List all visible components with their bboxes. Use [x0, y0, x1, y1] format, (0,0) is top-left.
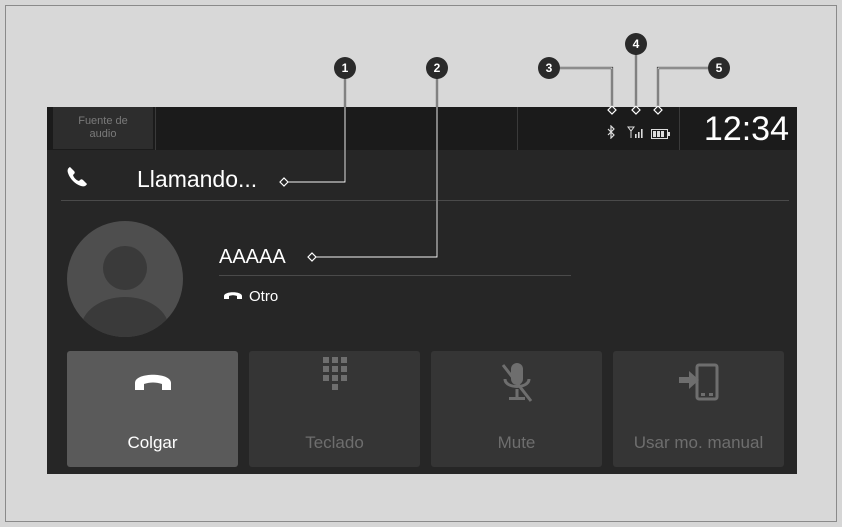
audio-source-tab[interactable]: Fuente de audio — [53, 107, 153, 149]
clock: 12:34 — [703, 110, 789, 148]
hang-up-button[interactable]: Colgar — [67, 351, 238, 467]
keypad-label: Teclado — [305, 433, 364, 452]
hang-up-icon — [67, 369, 238, 409]
phone-icon — [65, 165, 89, 194]
signal-strength-icon — [627, 125, 645, 143]
callout-marker: 1 — [334, 57, 356, 79]
mute-button[interactable]: Mute — [431, 351, 602, 467]
mute-mic-icon — [431, 363, 602, 409]
top-bar: Fuente de audio 12:34 — [47, 107, 797, 150]
mute-label: Mute — [497, 433, 536, 452]
callout-marker: 4 — [625, 33, 647, 55]
battery-icon — [651, 126, 671, 144]
call-status-text: Llamando... — [137, 166, 258, 192]
transfer-to-phone-label: Usar mo. manual — [633, 433, 764, 452]
callout-marker: 2 — [426, 57, 448, 79]
topbar-divider — [155, 107, 156, 150]
contact-avatar — [67, 221, 183, 337]
call-header: Llamando... — [61, 157, 789, 201]
phone-type-row: Otro — [223, 287, 278, 307]
keypad-button[interactable]: Teclado — [249, 351, 420, 467]
transfer-to-phone-button[interactable]: Usar mo. manual — [613, 351, 784, 467]
topbar-divider — [517, 107, 518, 150]
transfer-to-phone-icon — [613, 363, 784, 409]
phone-handset-icon — [223, 287, 243, 307]
phone-screen: Fuente de audio 12:34 Llamando... AAAAA … — [47, 107, 797, 474]
contact-name: AAAAA — [219, 246, 286, 268]
callout-marker: 3 — [538, 57, 560, 79]
status-icons — [607, 124, 687, 144]
callout-marker: 5 — [708, 57, 730, 79]
hang-up-label: Colgar — [127, 433, 178, 452]
keypad-icon — [249, 357, 420, 409]
phone-type-label: Otro — [249, 288, 279, 305]
bluetooth-icon — [607, 124, 615, 144]
contact-divider — [219, 275, 571, 276]
